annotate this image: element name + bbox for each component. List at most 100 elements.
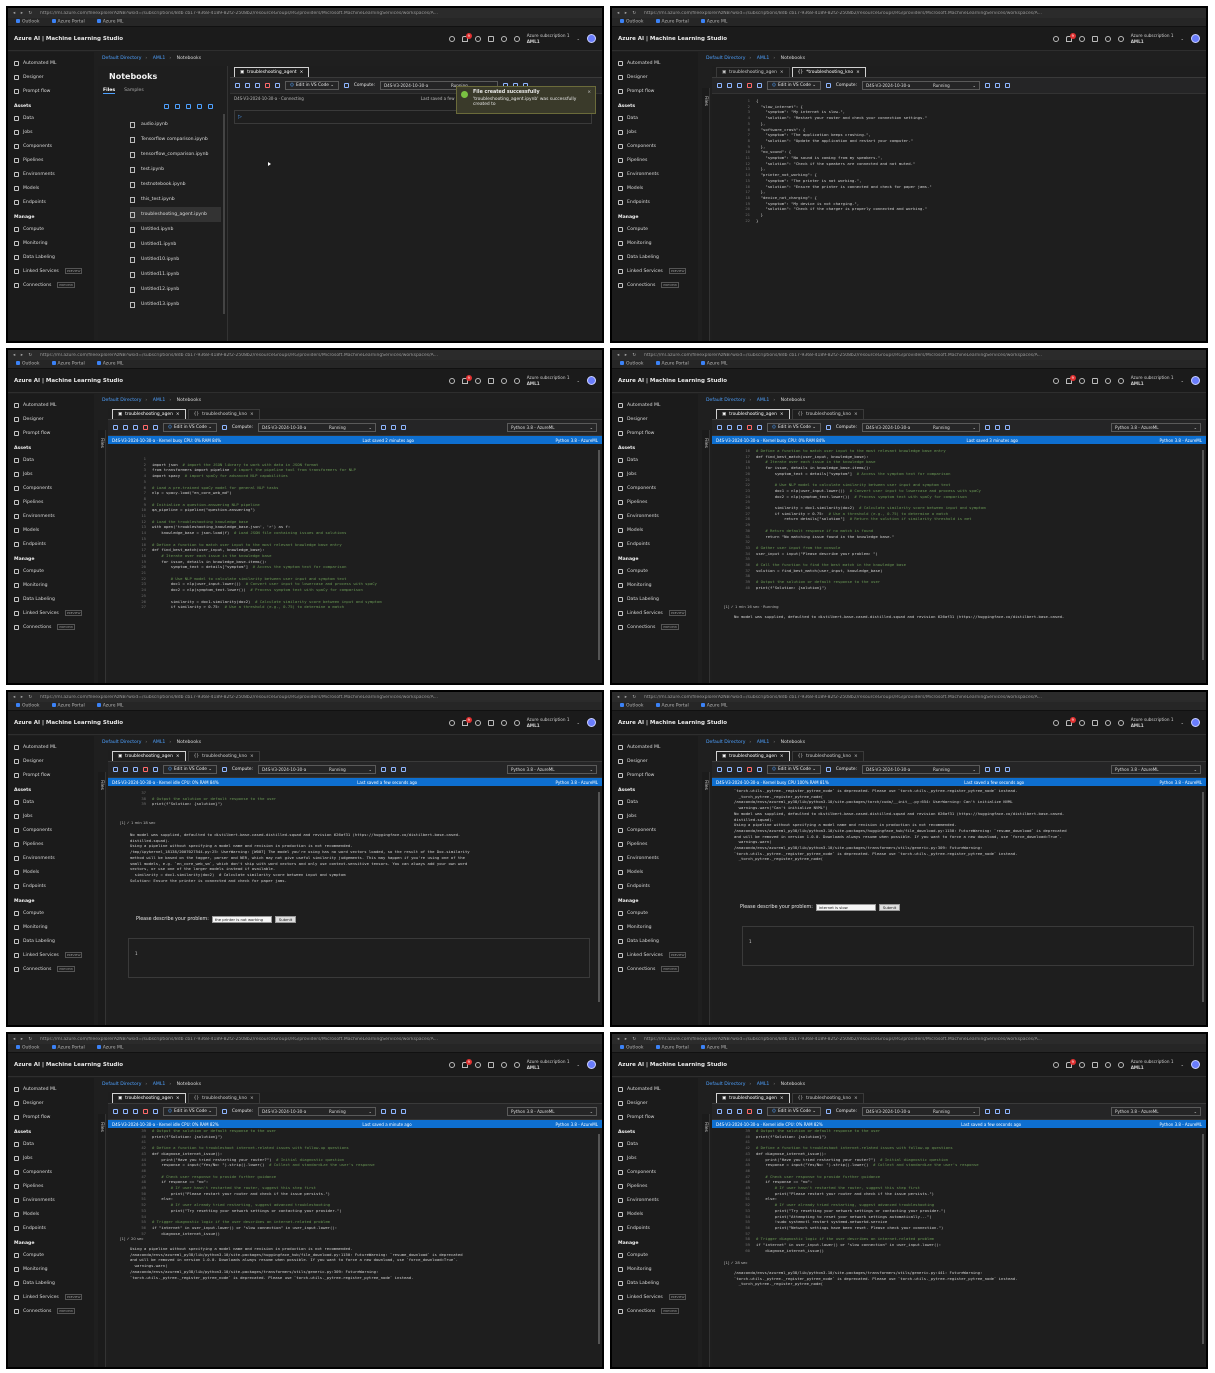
edit-in-vscode-button[interactable]: ⟨⟩ Edit in VS Code ⌄	[767, 765, 821, 774]
stop-compute-icon[interactable]	[984, 767, 990, 772]
file-item[interactable]: test.ipynb	[130, 162, 221, 177]
nav-item[interactable]: Data	[8, 453, 94, 467]
close-icon[interactable]: ×	[780, 70, 784, 75]
nav-item[interactable]: Designer	[8, 70, 94, 84]
stop-icon[interactable]	[747, 1109, 752, 1114]
code-cell[interactable]: 1 2 import json # import the JSON library …	[130, 456, 594, 683]
run-all-icon[interactable]	[727, 425, 732, 430]
bell-icon[interactable]: 9	[461, 374, 472, 384]
close-icon[interactable]: ×	[780, 412, 784, 417]
bell-icon[interactable]: 9	[1065, 716, 1076, 726]
bookmark-item[interactable]: Outlook	[16, 361, 40, 367]
nav-item[interactable]: Jobs	[612, 125, 698, 139]
feedback-icon[interactable]	[487, 719, 494, 726]
new-folder-icon[interactable]	[175, 104, 180, 109]
nav-item[interactable]: Automated ML	[8, 398, 94, 412]
tab-troubleshooting-agent[interactable]: ▣ troubleshooting_agen ×	[716, 67, 790, 77]
menu-icon[interactable]	[717, 83, 722, 88]
nav-item[interactable]: Prompt flow	[8, 84, 94, 98]
editor-scrollbar[interactable]	[1202, 792, 1204, 1002]
clear-icon[interactable]	[275, 83, 280, 88]
add-icon[interactable]	[994, 425, 1000, 430]
close-icon[interactable]: ×	[780, 754, 784, 759]
avatar[interactable]	[1191, 34, 1200, 43]
nav-item[interactable]: Data Labeling	[612, 1276, 698, 1290]
avatar[interactable]	[1191, 718, 1200, 727]
more-icon[interactable]	[1004, 425, 1010, 430]
feedback-icon[interactable]	[1091, 719, 1098, 726]
bookmark-item[interactable]: Azure ML	[96, 1045, 123, 1051]
files-sidebar-toggle[interactable]: Files	[702, 772, 710, 1025]
breadcrumb-workspace[interactable]: AML1	[153, 1082, 166, 1087]
file-item[interactable]: Untitled1.ipynb	[130, 237, 221, 252]
bookmark-item[interactable]: Azure ML	[96, 703, 123, 709]
bookmark-item[interactable]: Outlook	[620, 1045, 644, 1051]
new-file-icon[interactable]	[164, 104, 169, 109]
menu-icon[interactable]	[717, 767, 722, 772]
nav-item[interactable]: Automated ML	[612, 398, 698, 412]
help-icon[interactable]	[500, 35, 507, 42]
bookmark-item[interactable]: Azure ML	[700, 1045, 727, 1051]
close-icon[interactable]: ×	[176, 412, 180, 417]
nav-item[interactable]: Components	[8, 1165, 94, 1179]
clear-icon[interactable]	[757, 425, 762, 430]
breadcrumb-root[interactable]: Default Directory	[102, 1082, 141, 1087]
breadcrumb-root[interactable]: Default Directory	[102, 740, 141, 745]
nav-item[interactable]: Pipelines	[612, 495, 698, 509]
nav-item[interactable]: Prompt flow	[612, 768, 698, 782]
nav-item[interactable]: Endpoints	[612, 1221, 698, 1235]
gear-icon[interactable]	[1078, 719, 1085, 726]
feedback-icon[interactable]	[487, 377, 494, 384]
nav-item[interactable]: Prompt flow	[8, 1110, 94, 1124]
url-text[interactable]: https://ml.azure.com/fileexplorerAzNB?ws…	[644, 11, 1201, 16]
nav-item[interactable]: Components	[612, 139, 698, 153]
add-icon[interactable]	[390, 1109, 396, 1114]
chevron-down-icon[interactable]: ⌄	[576, 1062, 580, 1068]
smiley-icon[interactable]	[513, 1061, 520, 1068]
breadcrumb-root[interactable]: Default Directory	[706, 1082, 745, 1087]
browser-url-bar[interactable]: ◂ ▸ ↻ https://ml.azure.com/fileexplorerA…	[8, 692, 602, 702]
submit-button[interactable]: Submit	[274, 916, 297, 923]
nav-item[interactable]: Monitoring	[8, 1262, 94, 1276]
run-all-icon[interactable]	[123, 767, 128, 772]
nav-item[interactable]: Linked Services PREVIEW	[612, 606, 698, 620]
file-item[interactable]: Untitled.ipynb	[130, 222, 221, 237]
nav-item[interactable]: Designer	[612, 412, 698, 426]
bookmark-item[interactable]: Azure Portal	[51, 1045, 85, 1051]
breadcrumb-workspace[interactable]: AML1	[757, 740, 770, 745]
submit-button[interactable]: Submit	[878, 904, 901, 911]
clear-icon[interactable]	[757, 1109, 762, 1114]
clear-icon[interactable]	[757, 767, 762, 772]
nav-item[interactable]: Automated ML	[612, 1082, 698, 1096]
nav-item[interactable]: Prompt flow	[612, 426, 698, 440]
clock-icon[interactable]	[1052, 377, 1059, 384]
menu-icon[interactable]	[717, 425, 722, 430]
nav-item[interactable]: Environments	[612, 1193, 698, 1207]
nav-item[interactable]: Monitoring	[8, 578, 94, 592]
edit-in-vscode-button[interactable]: ⟨⟩ Edit in VS Code ⌄	[285, 81, 339, 90]
nav-item[interactable]: Endpoints	[8, 879, 94, 893]
breadcrumb-root[interactable]: Default Directory	[706, 398, 745, 403]
more-icon[interactable]	[400, 1109, 406, 1114]
more-icon[interactable]	[400, 767, 406, 772]
terminal-icon[interactable]	[825, 425, 831, 430]
nav-item[interactable]: Jobs	[612, 1151, 698, 1165]
nav-item[interactable]: Models	[612, 1207, 698, 1221]
gear-icon[interactable]	[1078, 377, 1085, 384]
more-icon[interactable]	[1004, 767, 1010, 772]
stop-compute-icon[interactable]	[984, 425, 990, 430]
file-item[interactable]: this_test.ipynb	[130, 192, 221, 207]
bookmark-item[interactable]: Azure Portal	[51, 19, 85, 25]
file-item[interactable]: tensorflow_comparison.ipynb	[130, 147, 221, 162]
nav-item[interactable]: Prompt flow	[612, 1110, 698, 1124]
breadcrumb-root[interactable]: Default Directory	[706, 56, 745, 61]
nav-item[interactable]: Data	[612, 795, 698, 809]
smiley-icon[interactable]	[1117, 1061, 1124, 1068]
subscription-picker[interactable]: Azure subscription 1 AML1	[527, 1059, 570, 1070]
nav-item[interactable]: Linked Services PREVIEW	[612, 948, 698, 962]
nav-item[interactable]: Models	[612, 523, 698, 537]
chevron-down-icon[interactable]: ⌄	[576, 378, 580, 384]
stop-compute-icon[interactable]	[380, 767, 386, 772]
bookmark-item[interactable]: Outlook	[620, 19, 644, 25]
gear-icon[interactable]	[474, 719, 481, 726]
